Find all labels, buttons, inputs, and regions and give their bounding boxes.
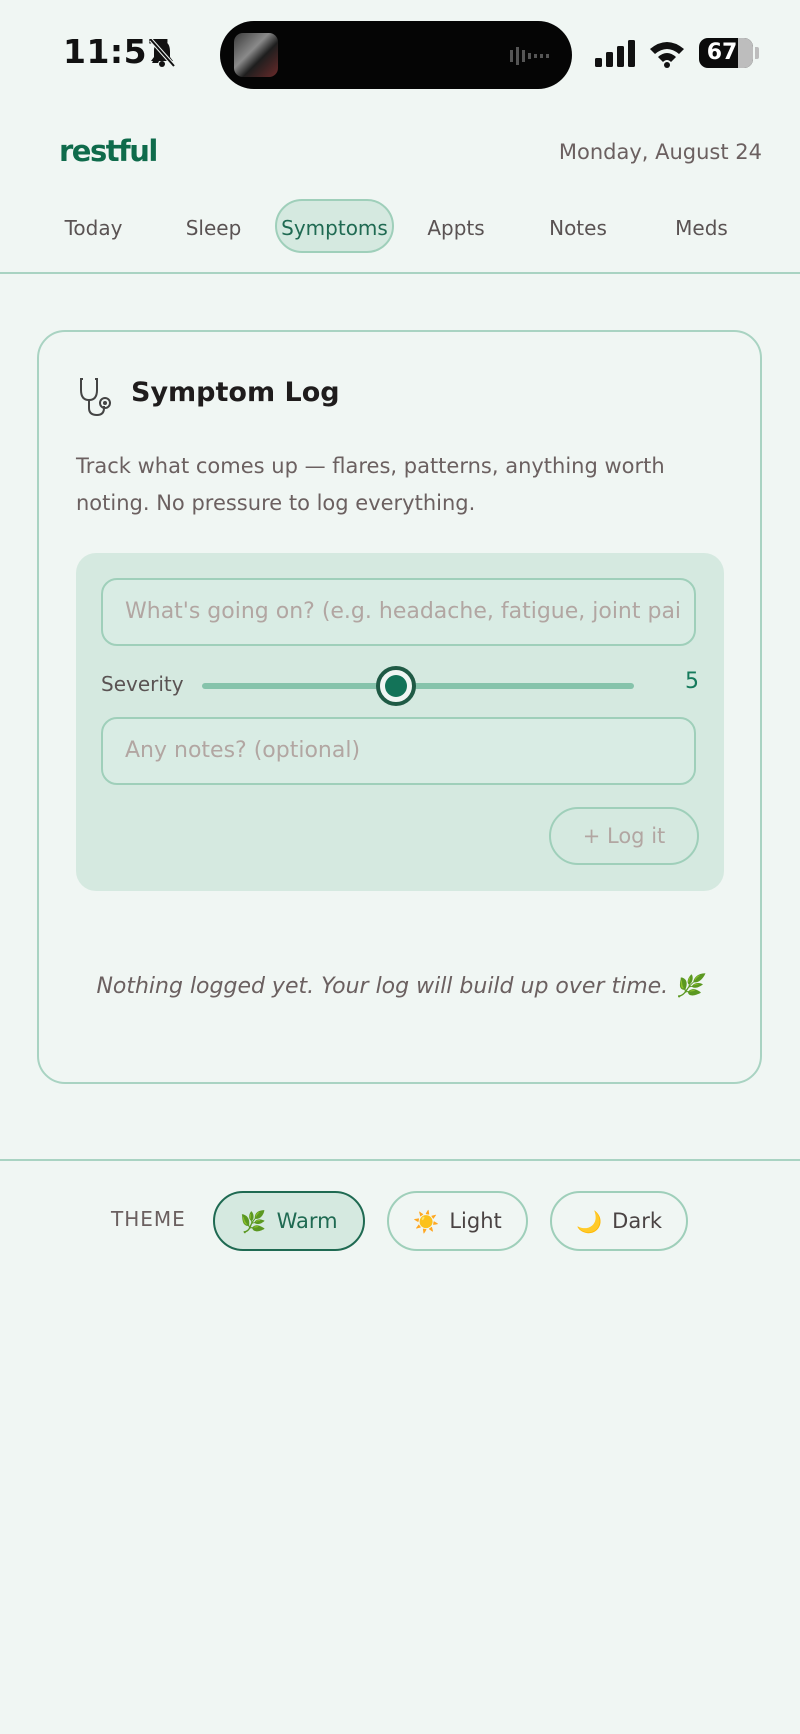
battery-level: 67: [706, 40, 738, 65]
audio-wave-icon: [510, 47, 549, 65]
sun-icon: ☀️: [413, 1210, 440, 1234]
card-title: Symptom Log: [131, 377, 340, 408]
theme-selector: THEME 🌿 Warm ☀️ Light 🌙 Dark: [0, 1191, 800, 1251]
tab-meds[interactable]: Meds: [638, 199, 765, 253]
theme-option-label: Light: [449, 1209, 502, 1233]
battery-icon: 67: [699, 38, 753, 68]
brand-logo: restful: [59, 134, 158, 168]
severity-value: 5: [685, 669, 699, 694]
dynamic-island: [220, 21, 572, 89]
severity-slider-track[interactable]: [202, 683, 634, 689]
severity-slider-thumb[interactable]: [376, 666, 417, 706]
theme-light-button[interactable]: ☀️ Light: [387, 1191, 528, 1251]
battery-nub: [755, 47, 759, 59]
tab-appts[interactable]: Appts: [394, 199, 518, 253]
tab-sleep[interactable]: Sleep: [152, 199, 275, 253]
status-bar: 11:57 67: [0, 0, 800, 110]
tab-notes[interactable]: Notes: [518, 199, 638, 253]
tab-bar: Today Sleep Symptoms Appts Notes Meds: [35, 198, 765, 254]
theme-warm-button[interactable]: 🌿 Warm: [213, 1191, 365, 1251]
now-playing-artwork: [234, 33, 278, 77]
theme-dark-button[interactable]: 🌙 Dark: [550, 1191, 688, 1251]
notes-input[interactable]: Any notes? (optional): [101, 717, 696, 785]
herb-icon: 🌿: [240, 1210, 267, 1234]
cellular-signal-icon: [595, 40, 635, 67]
header-divider: [0, 272, 800, 274]
symptom-log-card: Symptom Log Track what comes up — flares…: [37, 330, 762, 1084]
theme-label: THEME: [111, 1207, 186, 1231]
bell-slash-icon: [149, 38, 176, 68]
theme-option-label: Dark: [612, 1209, 662, 1233]
wifi-icon: [650, 42, 684, 68]
symptom-input[interactable]: What's going on? (e.g. headache, fatigue…: [101, 578, 696, 646]
stethoscope-icon: [80, 378, 111, 417]
theme-option-label: Warm: [276, 1209, 338, 1233]
tab-symptoms[interactable]: Symptoms: [275, 199, 394, 253]
tab-today[interactable]: Today: [35, 199, 152, 253]
severity-label: Severity: [101, 672, 184, 696]
symptom-form: What's going on? (e.g. headache, fatigue…: [76, 553, 724, 891]
header-date: Monday, August 24: [558, 140, 762, 164]
moon-icon: 🌙: [576, 1210, 603, 1234]
footer-divider: [0, 1159, 800, 1161]
log-it-button[interactable]: + Log it: [549, 807, 699, 865]
card-description: Track what comes up — flares, patterns, …: [76, 454, 665, 515]
empty-log-message: Nothing logged yet. Your log will build …: [96, 974, 703, 999]
